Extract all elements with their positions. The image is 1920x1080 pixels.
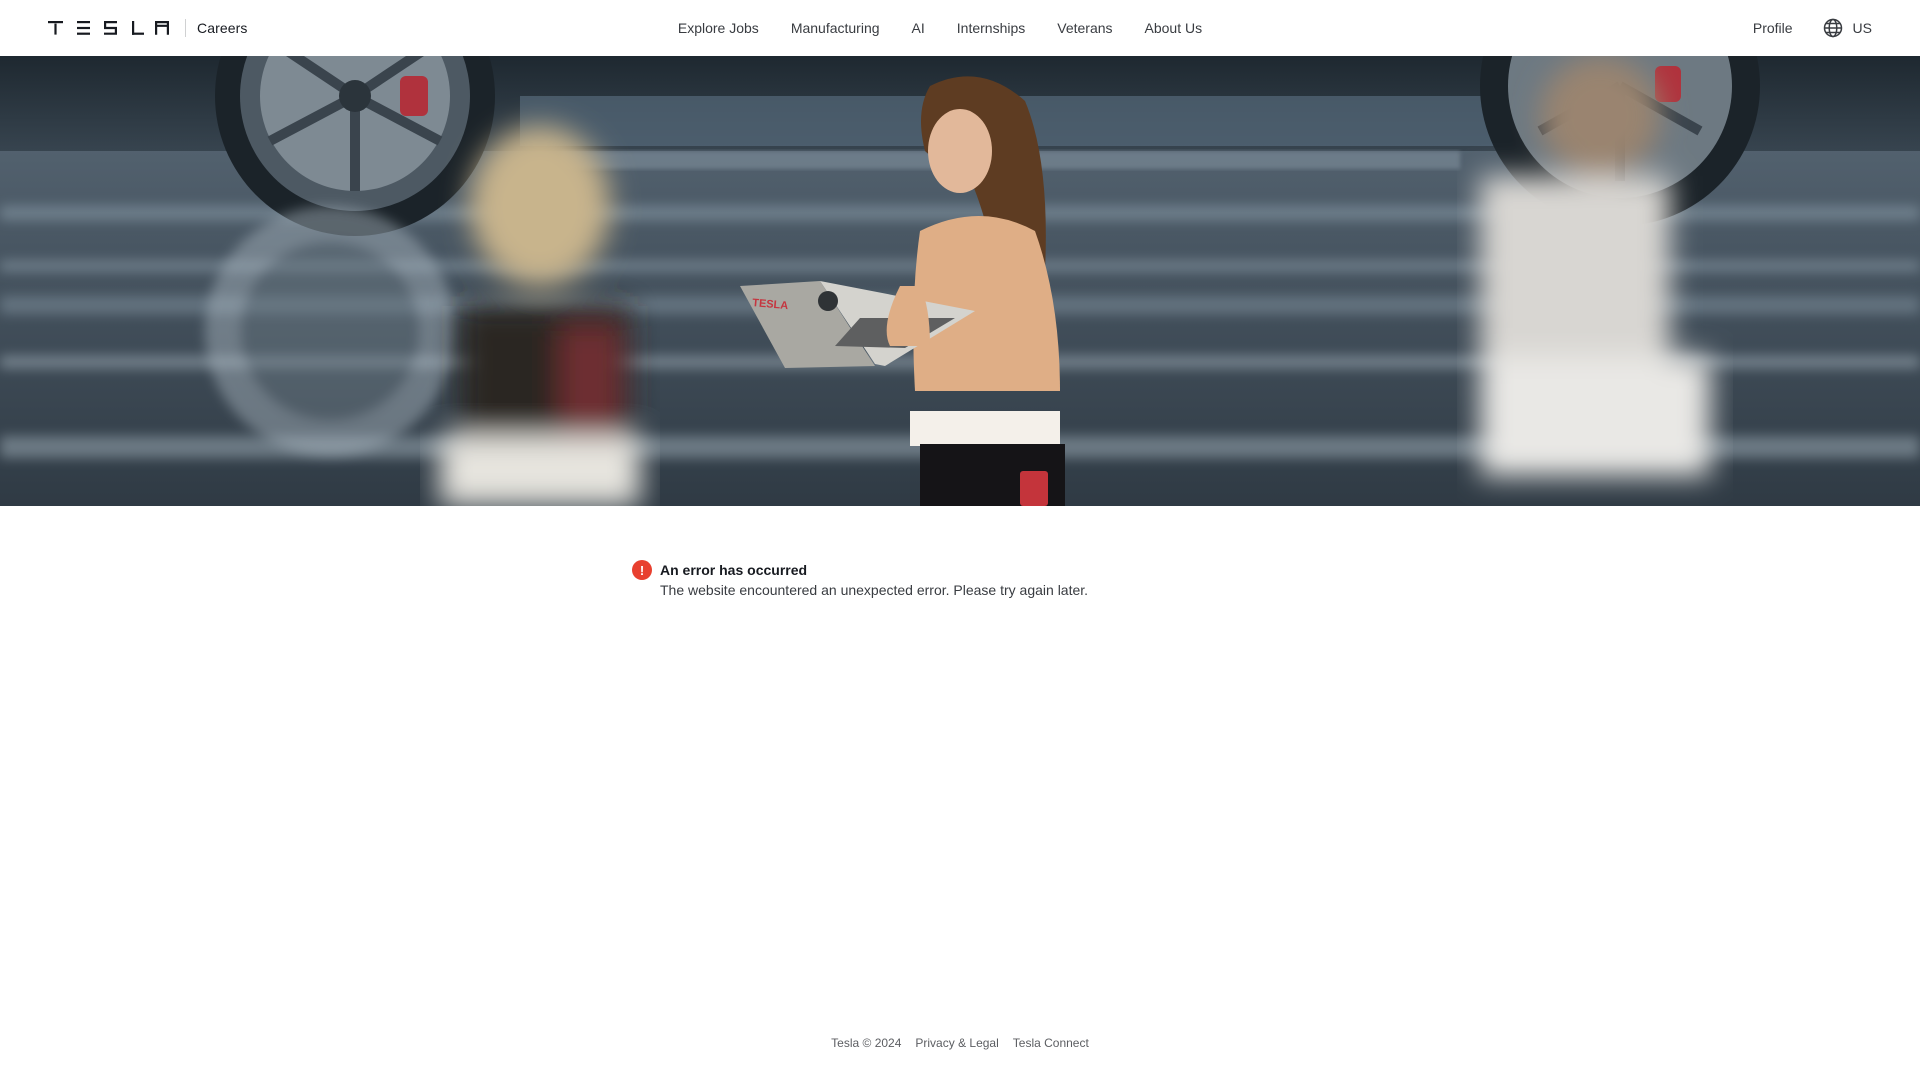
brand-divider [185,19,186,37]
nav-about-us[interactable]: About Us [1145,20,1203,36]
tesla-logo[interactable] [48,0,169,56]
nav-internships[interactable]: Internships [957,20,1025,36]
error-alert: ! An error has occurred The website enco… [632,560,1088,600]
nav-ai[interactable]: AI [912,20,925,36]
nav-explore-jobs[interactable]: Explore Jobs [678,20,759,36]
error-message: The website encountered an unexpected er… [660,582,1089,598]
brand-area: Careers [48,0,248,56]
footer-tesla-connect-link[interactable]: Tesla Connect [1013,1036,1089,1050]
footer-privacy-legal-link[interactable]: Privacy & Legal [915,1036,998,1050]
error-title: An error has occurred [660,562,808,578]
nav-veterans[interactable]: Veterans [1057,20,1112,36]
region-selector[interactable]: US [1823,18,1872,38]
primary-nav: Explore Jobs Manufacturing AI Internship… [0,0,1920,56]
profile-link[interactable]: Profile [1753,20,1793,36]
page-footer: Tesla © 2024 Privacy & Legal Tesla Conne… [0,1036,1920,1050]
tesla-wordmark-icon [48,21,169,35]
top-navigation-bar: Careers Explore Jobs Manufacturing AI In… [0,0,1920,56]
hero-image: TESLA [0,56,1920,506]
footer-copyright: Tesla © 2024 [831,1036,902,1050]
error-icon: ! [632,560,652,580]
globe-icon [1823,18,1843,38]
nav-manufacturing[interactable]: Manufacturing [791,20,880,36]
region-label: US [1852,20,1872,36]
header-tools: Profile US [1753,0,1872,56]
careers-link[interactable]: Careers [197,20,248,36]
